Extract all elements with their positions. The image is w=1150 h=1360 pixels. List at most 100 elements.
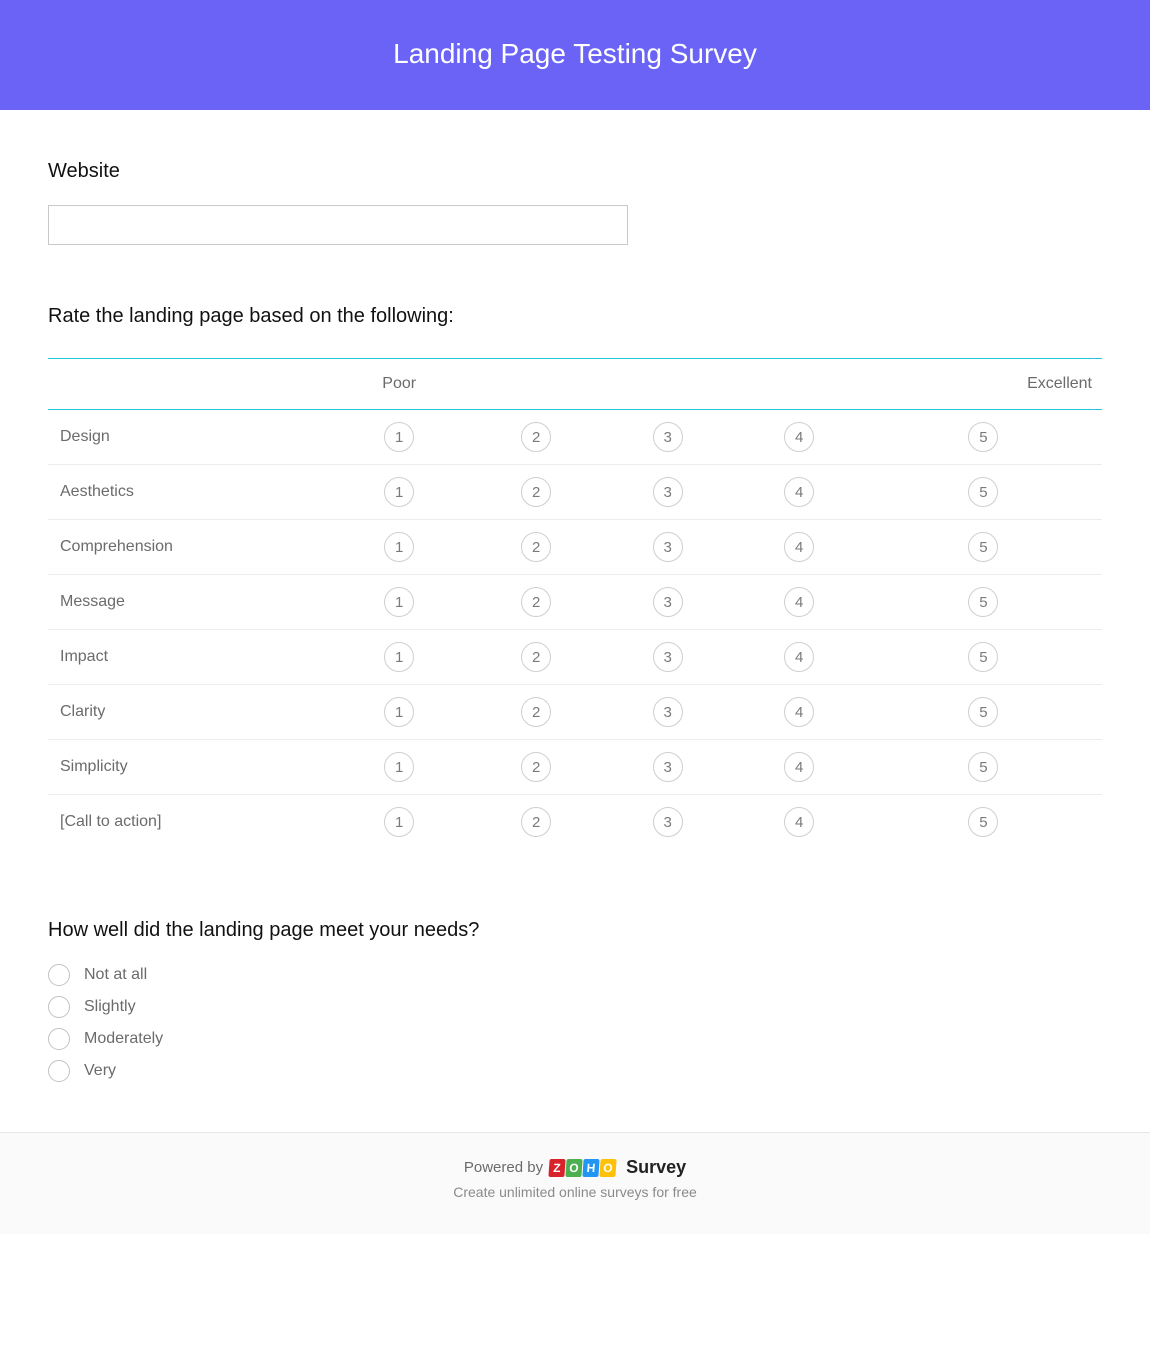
matrix-row-label: Comprehension xyxy=(48,520,328,575)
rating-option[interactable]: 4 xyxy=(784,477,814,507)
matrix-row-label: [Call to action] xyxy=(48,795,328,850)
radio-button[interactable] xyxy=(48,1060,70,1082)
rating-option[interactable]: 4 xyxy=(784,532,814,562)
scale-col-4 xyxy=(733,359,865,410)
matrix-cell: 5 xyxy=(865,465,1102,520)
survey-body: Website Rate the landing page based on t… xyxy=(0,110,1150,1132)
matrix-cell: 3 xyxy=(602,795,734,850)
rating-option[interactable]: 5 xyxy=(968,422,998,452)
matrix-cell: 1 xyxy=(328,575,470,630)
website-input[interactable] xyxy=(48,205,628,245)
rating-option[interactable]: 2 xyxy=(521,807,551,837)
rating-option[interactable]: 5 xyxy=(968,477,998,507)
matrix-cell: 4 xyxy=(733,575,865,630)
rating-option[interactable]: 2 xyxy=(521,477,551,507)
rating-option[interactable]: 2 xyxy=(521,422,551,452)
rating-option[interactable]: 1 xyxy=(384,807,414,837)
rating-option[interactable]: 1 xyxy=(384,587,414,617)
matrix-row-label: Aesthetics xyxy=(48,465,328,520)
radio-button[interactable] xyxy=(48,996,70,1018)
radio-item[interactable]: Very xyxy=(48,1060,1102,1082)
rating-option[interactable]: 3 xyxy=(653,477,683,507)
rating-option[interactable]: 3 xyxy=(653,422,683,452)
matrix-cell: 1 xyxy=(328,740,470,795)
matrix-row-label: Message xyxy=(48,575,328,630)
rating-option[interactable]: 3 xyxy=(653,642,683,672)
rating-option[interactable]: 3 xyxy=(653,587,683,617)
brand-suffix: Survey xyxy=(626,1157,686,1178)
matrix-cell: 2 xyxy=(470,575,602,630)
rating-option[interactable]: 5 xyxy=(968,752,998,782)
matrix-cell: 2 xyxy=(470,795,602,850)
matrix-cell: 4 xyxy=(733,685,865,740)
radio-label: Not at all xyxy=(84,966,147,984)
matrix-corner xyxy=(48,359,328,410)
footer-brand-line[interactable]: Powered by Z O H O Survey xyxy=(0,1157,1150,1178)
rating-option[interactable]: 5 xyxy=(968,532,998,562)
radio-item[interactable]: Slightly xyxy=(48,996,1102,1018)
matrix-row: Comprehension 1 2 3 4 5 xyxy=(48,520,1102,575)
q3-label: How well did the landing page meet your … xyxy=(48,919,1102,942)
rating-option[interactable]: 4 xyxy=(784,642,814,672)
radio-label: Slightly xyxy=(84,998,136,1016)
rating-option[interactable]: 4 xyxy=(784,587,814,617)
rating-option[interactable]: 1 xyxy=(384,532,414,562)
rating-option[interactable]: 1 xyxy=(384,642,414,672)
rating-option[interactable]: 5 xyxy=(968,697,998,727)
rating-option[interactable]: 2 xyxy=(521,532,551,562)
rating-option[interactable]: 3 xyxy=(653,532,683,562)
matrix-cell: 5 xyxy=(865,795,1102,850)
rating-option[interactable]: 3 xyxy=(653,697,683,727)
matrix-cell: 1 xyxy=(328,520,470,575)
rating-option[interactable]: 2 xyxy=(521,752,551,782)
matrix-cell: 4 xyxy=(733,740,865,795)
radio-button[interactable] xyxy=(48,964,70,986)
zoho-letter-o2: O xyxy=(599,1159,616,1177)
rating-option[interactable]: 5 xyxy=(968,587,998,617)
radio-item[interactable]: Not at all xyxy=(48,964,1102,986)
rating-option[interactable]: 2 xyxy=(521,587,551,617)
q2-label: Rate the landing page based on the follo… xyxy=(48,305,1102,328)
rating-option[interactable]: 4 xyxy=(784,697,814,727)
matrix-cell: 2 xyxy=(470,410,602,465)
zoho-letter-z: Z xyxy=(548,1159,565,1177)
rating-option[interactable]: 1 xyxy=(384,697,414,727)
radio-item[interactable]: Moderately xyxy=(48,1028,1102,1050)
rating-option[interactable]: 3 xyxy=(653,807,683,837)
survey-header: Landing Page Testing Survey xyxy=(0,0,1150,110)
radio-button[interactable] xyxy=(48,1028,70,1050)
matrix-cell: 3 xyxy=(602,630,734,685)
matrix-cell: 4 xyxy=(733,410,865,465)
rating-option[interactable]: 5 xyxy=(968,642,998,672)
matrix-row-label: Simplicity xyxy=(48,740,328,795)
rating-option[interactable]: 1 xyxy=(384,422,414,452)
matrix-cell: 5 xyxy=(865,630,1102,685)
matrix-cell: 4 xyxy=(733,630,865,685)
rating-option[interactable]: 4 xyxy=(784,422,814,452)
matrix-row: [Call to action] 1 2 3 4 5 xyxy=(48,795,1102,850)
zoho-letter-o1: O xyxy=(565,1159,582,1177)
q1-label: Website xyxy=(48,160,1102,183)
rating-option[interactable]: 1 xyxy=(384,752,414,782)
page-title: Landing Page Testing Survey xyxy=(0,38,1150,70)
matrix-header-row: Poor Excellent xyxy=(48,359,1102,410)
zoho-logo: Z O H O xyxy=(549,1159,616,1177)
matrix-cell: 3 xyxy=(602,575,734,630)
rating-option[interactable]: 1 xyxy=(384,477,414,507)
matrix-cell: 4 xyxy=(733,465,865,520)
matrix-cell: 2 xyxy=(470,685,602,740)
rating-option[interactable]: 5 xyxy=(968,807,998,837)
matrix-cell: 2 xyxy=(470,630,602,685)
rating-option[interactable]: 3 xyxy=(653,752,683,782)
rating-option[interactable]: 2 xyxy=(521,697,551,727)
matrix-row-label: Design xyxy=(48,410,328,465)
scale-high-label: Excellent xyxy=(865,359,1102,410)
matrix-cell: 1 xyxy=(328,685,470,740)
matrix-cell: 2 xyxy=(470,465,602,520)
rating-option[interactable]: 4 xyxy=(784,807,814,837)
matrix-cell: 5 xyxy=(865,685,1102,740)
matrix-cell: 5 xyxy=(865,410,1102,465)
rating-option[interactable]: 2 xyxy=(521,642,551,672)
matrix-row: Aesthetics 1 2 3 4 5 xyxy=(48,465,1102,520)
rating-option[interactable]: 4 xyxy=(784,752,814,782)
